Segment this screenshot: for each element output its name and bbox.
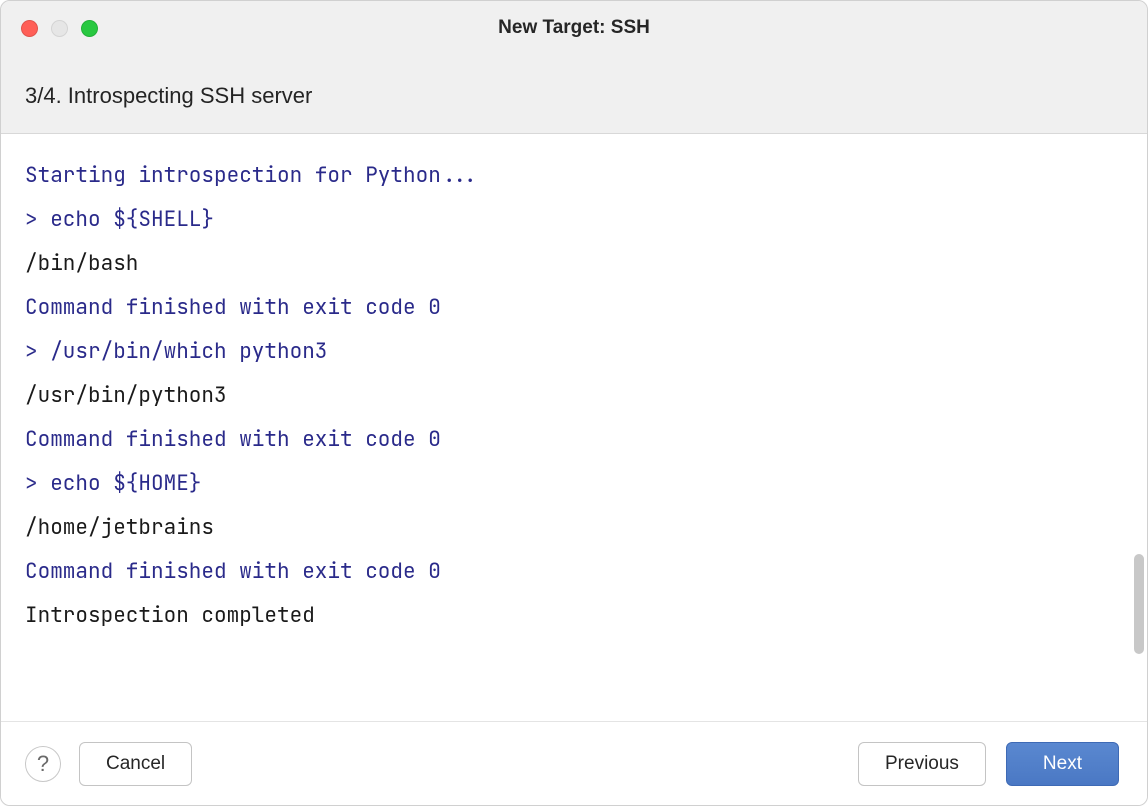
step-header: 3/4. Introspecting SSH server (1, 55, 1147, 134)
console-line: > echo ${SHELL} (25, 198, 1123, 242)
cancel-button[interactable]: Cancel (79, 742, 192, 786)
zoom-window-button[interactable] (81, 20, 98, 37)
console-line: /usr/bin/python3 (25, 374, 1123, 418)
console-line: /bin/bash (25, 242, 1123, 286)
window-title: New Target: SSH (498, 17, 650, 39)
minimize-window-button[interactable] (51, 20, 68, 37)
console-line: Starting introspection for Python... (25, 154, 1123, 198)
scrollbar-track[interactable] (1130, 134, 1144, 721)
next-button[interactable]: Next (1006, 742, 1119, 786)
close-window-button[interactable] (21, 20, 38, 37)
console-wrapper: Starting introspection for Python...> ec… (1, 134, 1147, 721)
scrollbar-thumb[interactable] (1134, 554, 1144, 654)
dialog-footer: ? Cancel Previous Next (1, 721, 1147, 805)
console-line: > echo ${HOME} (25, 462, 1123, 506)
console-line: Command finished with exit code 0 (25, 286, 1123, 330)
previous-button[interactable]: Previous (858, 742, 986, 786)
dialog-window: New Target: SSH 3/4. Introspecting SSH s… (0, 0, 1148, 806)
console-output[interactable]: Starting introspection for Python...> ec… (1, 134, 1147, 721)
help-button[interactable]: ? (25, 746, 61, 782)
console-line: Command finished with exit code 0 (25, 550, 1123, 594)
console-line: Command finished with exit code 0 (25, 418, 1123, 462)
traffic-lights (1, 20, 98, 37)
console-line: /home/jetbrains (25, 506, 1123, 550)
titlebar: New Target: SSH (1, 1, 1147, 55)
console-line: > /usr/bin/which python3 (25, 330, 1123, 374)
console-line: Introspection completed (25, 594, 1123, 638)
